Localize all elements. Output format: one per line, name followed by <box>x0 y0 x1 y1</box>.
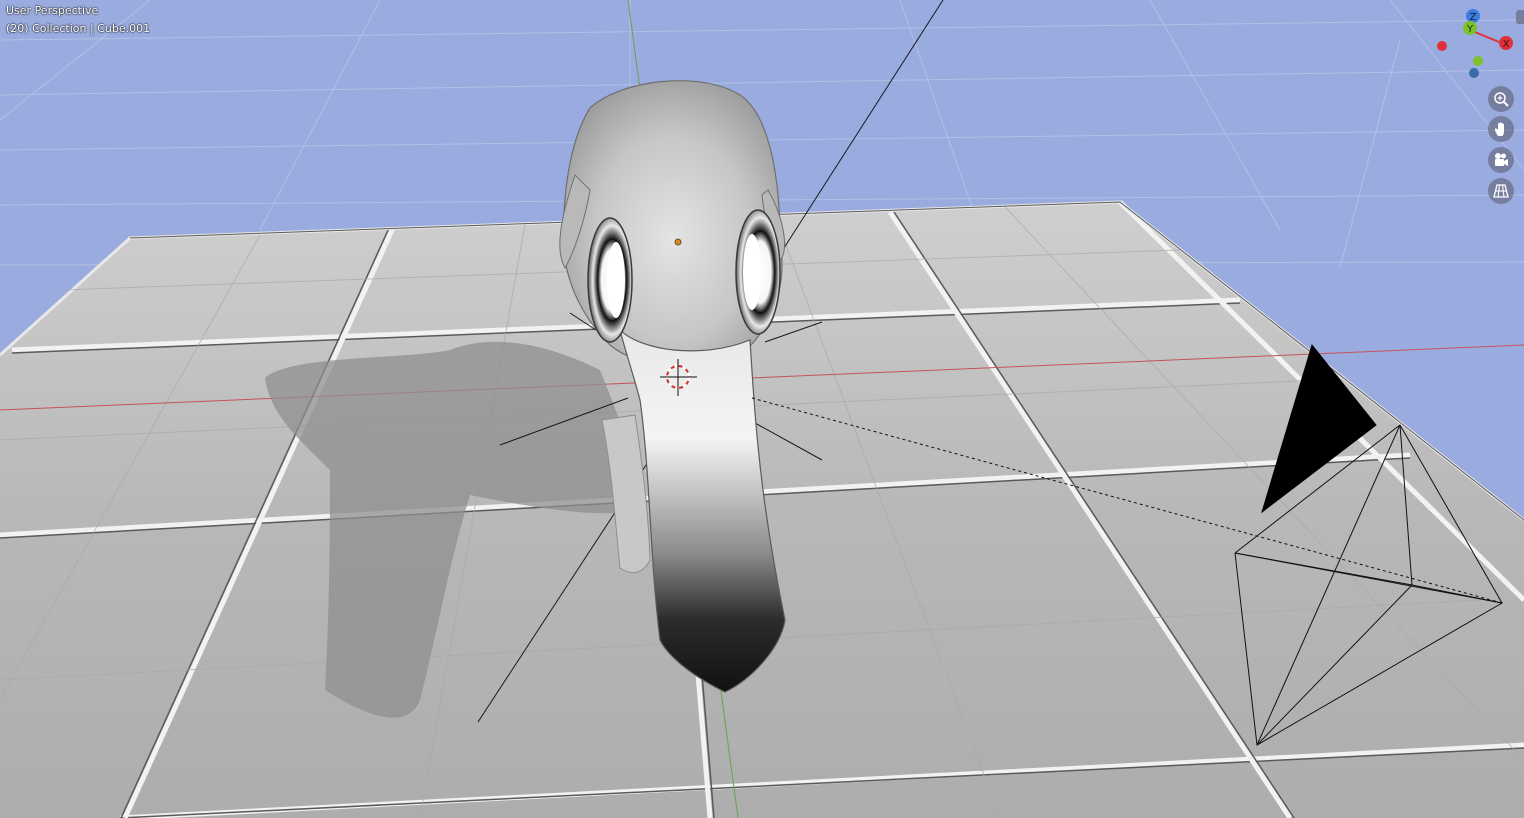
navigation-gizmo[interactable]: Z Y X <box>1432 6 1524 84</box>
camera-view-button[interactable] <box>1488 147 1514 173</box>
gizmo-axis-neg-x[interactable] <box>1437 41 1447 51</box>
pan-button[interactable] <box>1488 116 1514 142</box>
3d-viewport[interactable]: User Perspective (20) Collection | Cube.… <box>0 0 1524 818</box>
gizmo-axis-y-label: Y <box>1466 24 1474 35</box>
gizmo-axis-neg-z[interactable] <box>1469 68 1479 78</box>
gizmo-axis-x-label: X <box>1503 39 1510 50</box>
view-name-label: User Perspective <box>6 4 99 17</box>
pan-hand-icon <box>1495 122 1504 136</box>
zoom-icon <box>1494 92 1509 107</box>
collection-info-label: (20) Collection | Cube.001 <box>6 22 151 35</box>
object-origin-dot <box>674 238 682 246</box>
camera-view-icon <box>1495 153 1508 166</box>
scene-render[interactable] <box>0 0 1524 818</box>
zoom-button[interactable] <box>1488 86 1514 112</box>
gizmo-axis-neg-y[interactable] <box>1473 56 1483 66</box>
ortho-grid-icon <box>1493 184 1509 198</box>
ortho-toggle-button[interactable] <box>1488 178 1514 204</box>
